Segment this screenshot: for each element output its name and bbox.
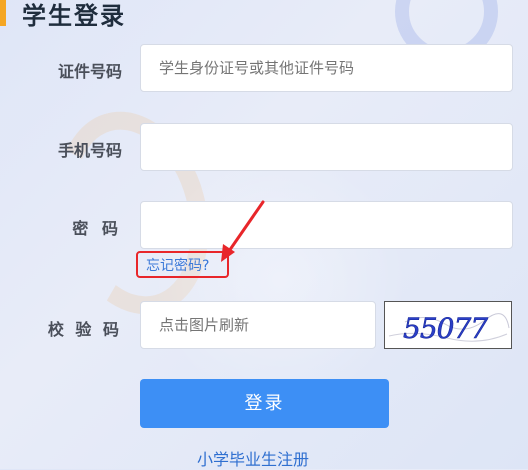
captcha-image[interactable]: 55077	[384, 301, 512, 349]
captcha-input[interactable]	[140, 301, 376, 349]
id-number-label: 证件号码	[57, 62, 122, 81]
phone-label: 手机号码	[57, 141, 122, 160]
background-decoration	[150, 150, 410, 410]
forgot-password-link[interactable]: 忘记密码?	[146, 255, 209, 275]
page-title: 学生登录	[22, 2, 126, 30]
title-accent-bar	[0, 0, 6, 26]
register-link[interactable]: 小学毕业生注册	[197, 446, 309, 470]
password-input[interactable]	[140, 201, 513, 249]
captcha-label: 校 验 码	[47, 320, 122, 339]
id-number-input[interactable]	[140, 44, 513, 92]
phone-input[interactable]	[140, 123, 513, 171]
password-label: 密 码	[72, 219, 122, 238]
login-button[interactable]: 登录	[140, 379, 389, 428]
captcha-text: 55077	[403, 312, 488, 345]
